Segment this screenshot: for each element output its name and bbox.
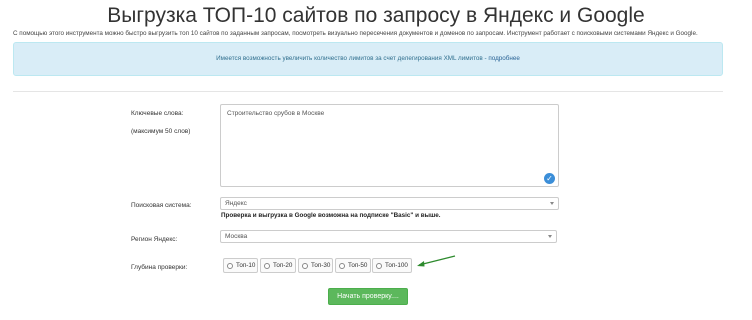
radio-button[interactable] bbox=[376, 262, 382, 269]
radio-button[interactable] bbox=[339, 262, 345, 269]
depth-label: Глубина проверки: bbox=[131, 264, 188, 271]
check-icon: ✓ bbox=[544, 173, 555, 184]
engine-selected-value: Яндекс bbox=[225, 200, 247, 207]
keywords-label: Ключевые слова: bbox=[131, 110, 184, 117]
keywords-textarea[interactable]: Строительство срубов в Москве bbox=[220, 104, 559, 187]
depth-option-label: Топ-100 bbox=[385, 262, 408, 269]
depth-option-label: Топ-30 bbox=[311, 262, 331, 269]
keywords-hint: (максимум 50 слов) bbox=[131, 128, 191, 135]
page-title: Выгрузка ТОП-10 сайтов по запросу в Янде… bbox=[107, 4, 645, 27]
page-subtitle: С помощью этого инструмента можно быстро… bbox=[13, 30, 698, 37]
engine-note: Проверка и выгрузка в Google возможна на… bbox=[221, 212, 441, 219]
depth-option-label: Топ-50 bbox=[348, 262, 368, 269]
depth-option-top50[interactable]: Топ-50 bbox=[335, 258, 371, 273]
radio-button[interactable] bbox=[227, 262, 233, 269]
depth-option-top30[interactable]: Топ-30 bbox=[298, 258, 333, 273]
radio-button[interactable] bbox=[302, 262, 308, 269]
annotation-arrow-icon bbox=[417, 255, 456, 267]
info-alert: Имеется возможность увеличить количество… bbox=[13, 42, 723, 76]
depth-option-label: Топ-10 bbox=[236, 262, 256, 269]
chevron-down-icon bbox=[548, 235, 552, 238]
depth-option-top20[interactable]: Топ-20 bbox=[260, 258, 296, 273]
engine-label: Поисковая система: bbox=[131, 202, 192, 209]
chevron-down-icon bbox=[550, 202, 554, 205]
radio-button[interactable] bbox=[264, 262, 270, 269]
info-text: Имеется возможность увеличить количество… bbox=[216, 55, 487, 62]
depth-option-label: Топ-20 bbox=[273, 262, 293, 269]
start-check-button[interactable]: Начать проверку.... bbox=[328, 288, 408, 305]
depth-option-top100[interactable]: Топ-100 bbox=[372, 258, 412, 273]
region-selected-value: Москва bbox=[225, 233, 248, 240]
region-select[interactable]: Москва bbox=[220, 230, 557, 243]
depth-option-top10[interactable]: Топ-10 bbox=[223, 258, 258, 273]
region-label: Регион Яндекс: bbox=[131, 236, 178, 243]
divider bbox=[13, 91, 723, 92]
engine-select[interactable]: Яндекс bbox=[220, 197, 559, 210]
info-more-link[interactable]: подробнее bbox=[488, 55, 520, 62]
